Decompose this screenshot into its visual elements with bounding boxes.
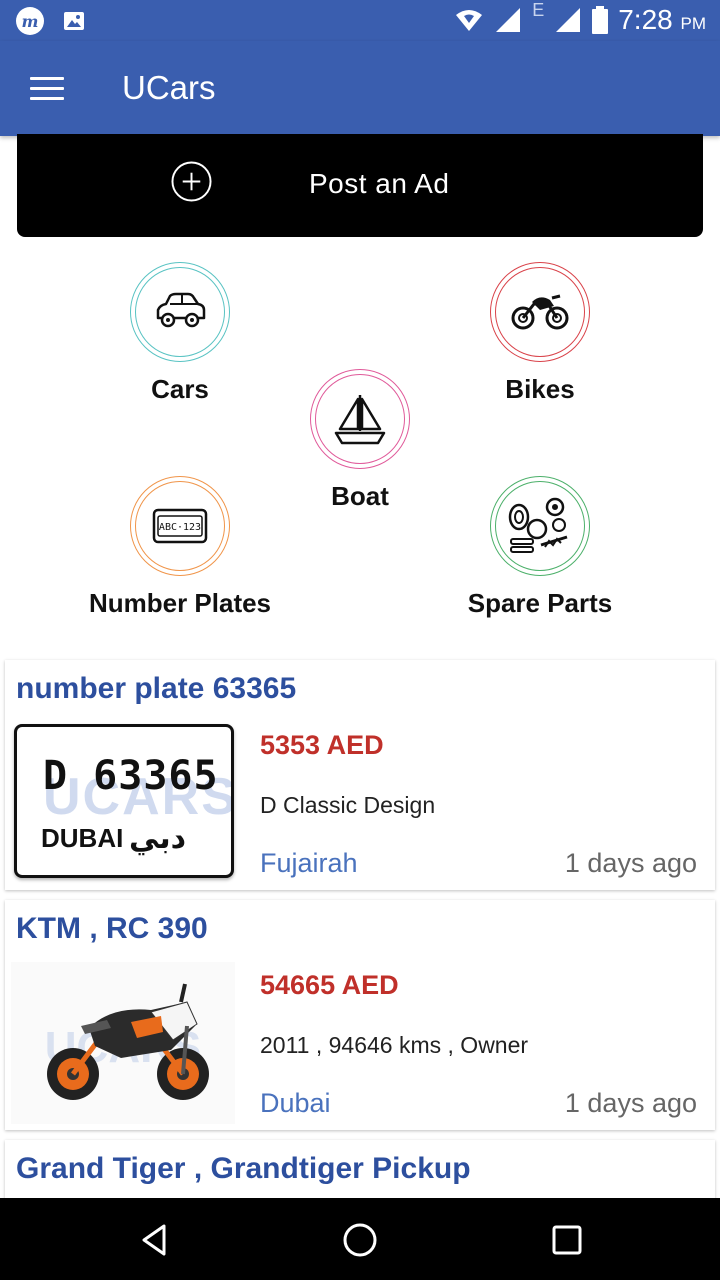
image-notification-icon	[64, 12, 84, 30]
category-spare-parts[interactable]: Spare Parts	[440, 476, 640, 619]
battery-icon	[592, 6, 609, 34]
listing-thumbnail: UCARS D 63365 DUBAI دبي	[11, 722, 235, 884]
messenger-app-icon: m	[16, 7, 44, 35]
network-type-label: E	[532, 0, 545, 20]
sailboat-icon	[334, 395, 386, 445]
listing-location: Dubai	[260, 1088, 331, 1118]
listing-price: 54665 AED	[260, 970, 399, 1000]
svg-text:ABC·123: ABC·123	[159, 522, 201, 533]
category-label: Number Plates	[88, 588, 272, 618]
license-plate-icon: ABC·123	[152, 508, 208, 544]
category-label: Spare Parts	[467, 588, 613, 618]
motorbike-icon	[511, 294, 569, 330]
category-bikes[interactable]: Bikes	[460, 262, 620, 405]
listing-title: number plate 63365	[16, 672, 297, 705]
plate-number: D 63365	[43, 753, 219, 799]
listing-location: Fujairah	[260, 848, 358, 878]
listing-description: D Classic Design	[260, 792, 436, 818]
back-icon[interactable]	[132, 1218, 176, 1262]
category-label: Boat	[331, 481, 389, 511]
app-title: UCars	[122, 69, 216, 106]
category-label: Cars	[151, 374, 209, 404]
spare-parts-icon	[508, 497, 568, 553]
car-icon	[156, 292, 206, 328]
clock: 7:28 PM	[618, 4, 706, 35]
listing-age: 1 days ago	[564, 1088, 697, 1118]
listing-card[interactable]: Grand Tiger , Grandtiger Pickup	[5, 1140, 715, 1200]
post-ad-label: Post an Ad	[309, 168, 450, 199]
category-number-plates[interactable]: ABC·123 Number Plates	[60, 476, 300, 619]
listing-title: Grand Tiger , Grandtiger Pickup	[16, 1152, 471, 1185]
listing-description: 2011 , 94646 kms , Owner	[260, 1032, 529, 1058]
signal-icon	[496, 8, 521, 32]
hamburger-menu-icon[interactable]	[30, 77, 64, 101]
listing-card[interactable]: number plate 63365 UCARS D 63365 DUBAI د…	[5, 660, 715, 890]
listing-title: KTM , RC 390	[16, 912, 208, 945]
app-bar: UCars	[0, 41, 720, 136]
signal-icon-2	[556, 8, 581, 32]
recents-icon[interactable]	[545, 1218, 589, 1262]
listing-thumbnail: UCARS	[11, 962, 235, 1124]
data-saver-icon	[456, 10, 483, 31]
home-icon[interactable]	[338, 1218, 382, 1262]
category-label: Bikes	[505, 374, 575, 404]
plate-city-arabic: دبي	[129, 821, 187, 856]
system-navigation-bar	[0, 1198, 720, 1280]
listing-age: 1 days ago	[564, 848, 697, 878]
category-cars[interactable]: Cars	[100, 262, 260, 405]
post-ad-button[interactable]: Post an Ad	[17, 134, 703, 237]
category-boat[interactable]: Boat	[280, 369, 440, 512]
listing-price: 5353 AED	[260, 730, 384, 760]
number-plate-image: UCARS D 63365 DUBAI دبي	[14, 724, 234, 878]
motorbike-photo: UCARS	[11, 962, 235, 1124]
status-bar: m E 7:28 PM	[0, 0, 720, 41]
plate-city: DUBAI	[41, 823, 124, 853]
listing-card[interactable]: KTM , RC 390 UCARS 54665 AED 2011 , 9464…	[5, 900, 715, 1130]
add-circle-icon	[171, 161, 212, 202]
